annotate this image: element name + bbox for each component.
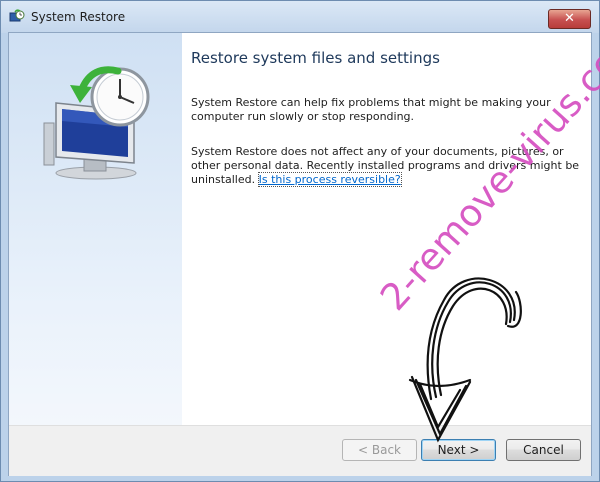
system-restore-window: System Restore ✕ Restore system files an… xyxy=(0,0,600,482)
button-bar: < Back Next > Cancel xyxy=(9,425,591,476)
system-restore-icon xyxy=(9,9,25,22)
close-button[interactable]: ✕ xyxy=(548,9,591,29)
computer-clock-restore-icon xyxy=(43,66,150,180)
page-title: Restore system files and settings xyxy=(191,49,440,67)
back-button[interactable]: < Back xyxy=(342,439,417,461)
close-icon: ✕ xyxy=(564,11,575,26)
side-panel xyxy=(9,33,182,425)
title-bar[interactable]: System Restore ✕ xyxy=(1,1,599,33)
reversible-link[interactable]: Is this process reversible? xyxy=(257,172,402,187)
window-title: System Restore xyxy=(31,10,126,24)
next-button[interactable]: Next > xyxy=(421,439,496,461)
cancel-button[interactable]: Cancel xyxy=(506,439,581,461)
info-paragraph: System Restore does not affect any of yo… xyxy=(191,145,581,187)
client-area: Restore system files and settings System… xyxy=(8,32,592,476)
intro-paragraph: System Restore can help fix problems tha… xyxy=(191,96,551,123)
main-content: Restore system files and settings System… xyxy=(182,33,591,425)
